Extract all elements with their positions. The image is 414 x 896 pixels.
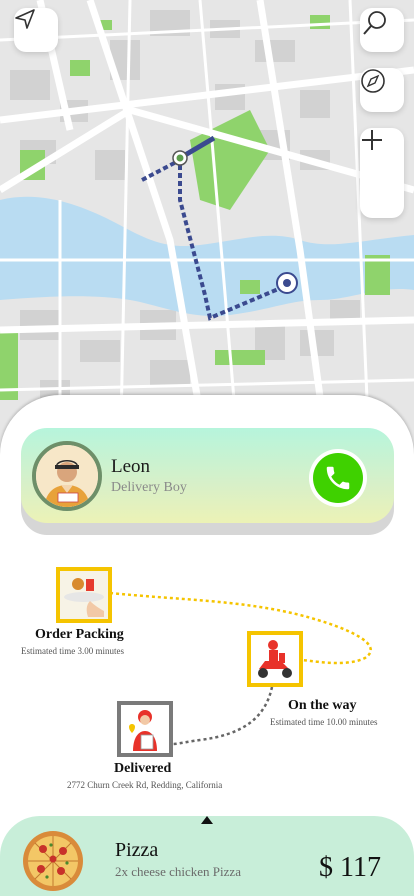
order-packing-title: Order Packing — [35, 627, 124, 642]
zoom-controls — [360, 128, 404, 218]
compass-icon — [361, 69, 385, 93]
order-packing-subtitle: Estimated time 3.00 minutes — [21, 646, 124, 656]
search-button[interactable] — [360, 8, 404, 52]
delivered-step — [117, 701, 173, 757]
food-package-icon — [60, 571, 108, 619]
call-button[interactable] — [309, 449, 367, 507]
compass-button[interactable] — [360, 68, 404, 112]
delivered-title: Delivered — [114, 761, 172, 776]
expand-caret-icon[interactable] — [201, 816, 213, 824]
delivery-boy-avatar-icon — [36, 445, 98, 507]
scooter-rider-icon — [251, 635, 299, 683]
avatar — [32, 441, 102, 511]
order-item-description: 2x cheese chicken Pizza — [115, 864, 241, 879]
minus-icon — [362, 139, 382, 141]
delivery-person-icon — [121, 705, 169, 753]
navigation-button[interactable] — [14, 8, 58, 52]
order-item-name: Pizza — [115, 839, 159, 861]
pizza-icon — [23, 831, 83, 891]
order-price: $ 117 — [319, 852, 381, 883]
on-the-way-subtitle: Estimated time 10.00 minutes — [270, 717, 378, 727]
navigation-arrow-icon — [15, 9, 35, 29]
on-the-way-step — [247, 631, 303, 687]
delivered-subtitle: 2772 Churn Creek Rd, Redding, California — [67, 780, 223, 790]
on-the-way-title: On the way — [288, 698, 357, 713]
driver-role: Delivery Boy — [111, 480, 187, 495]
phone-icon — [326, 466, 350, 490]
driver-name: Leon — [111, 456, 151, 477]
order-packing-step — [56, 567, 112, 623]
search-icon — [363, 11, 386, 35]
zoom-out-button[interactable] — [360, 139, 404, 218]
